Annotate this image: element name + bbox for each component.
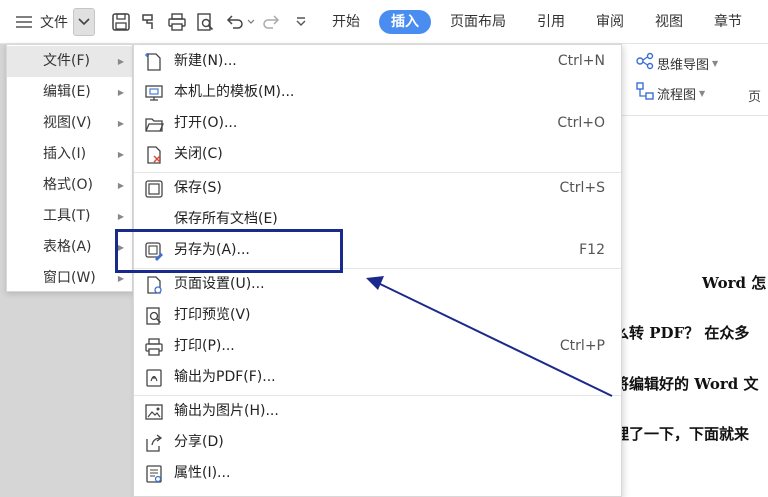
annotation-arrow: [366, 276, 613, 397]
